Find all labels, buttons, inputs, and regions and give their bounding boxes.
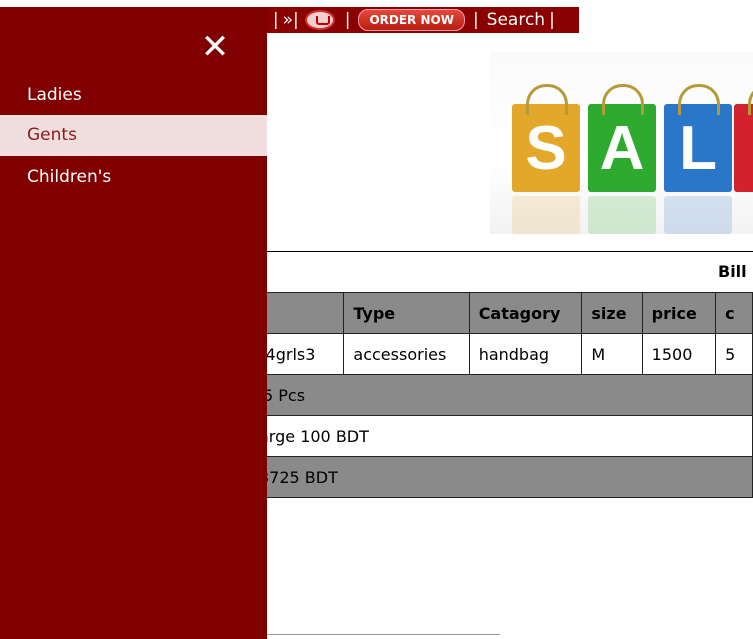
cell-quantity: 5 [715, 333, 753, 375]
drawer-item-gents[interactable]: Gents [0, 115, 267, 156]
col-category-header: Catagory [468, 292, 583, 334]
cell-type: accessories [343, 333, 470, 375]
sale-bag-green: A [588, 84, 656, 192]
close-icon[interactable]: ✕ [200, 30, 230, 64]
side-drawer-menu: ✕ Ladies Gents Children's [0, 7, 267, 639]
cell-category: handbag [468, 333, 583, 375]
nav-separator: | [344, 10, 351, 30]
next-page-link[interactable]: »| [283, 10, 299, 30]
nav-separator: | [472, 10, 479, 30]
quantity-row: 5 Pcs [200, 374, 753, 416]
nav-separator: | [549, 10, 555, 30]
total-row: 3725 BDT [200, 456, 753, 498]
quantity-value: 5 Pcs [200, 374, 753, 416]
order-now-button[interactable]: ORDER NOW [358, 9, 465, 31]
sale-bag-blue: L [664, 84, 732, 192]
sale-bag-red [734, 84, 753, 192]
col-size-header: size [581, 292, 643, 334]
drawer-item-childrens[interactable]: Children's [0, 157, 267, 198]
bottom-divider [267, 634, 500, 635]
sale-bag-yellow: S [512, 84, 580, 192]
col-price-header: price [641, 292, 717, 334]
bag-reflection [588, 196, 656, 234]
charge-value: arge 100 BDT [200, 415, 753, 457]
col-quantity-header: c [715, 292, 753, 334]
table-row: g4grls3 accessories handbag M 1500 5 [199, 333, 753, 375]
bill-table: t Type Catagory size price c g4grls3 acc… [199, 292, 753, 498]
bag-reflection [512, 196, 580, 234]
sale-banner-image: S A L [490, 52, 753, 234]
search-link[interactable]: Search [487, 10, 545, 30]
bill-top-divider [210, 251, 753, 252]
bag-reflection [664, 196, 732, 234]
col-type-header: Type [343, 292, 470, 334]
cell-size: M [581, 333, 643, 375]
drawer-item-ladies[interactable]: Ladies [0, 75, 267, 116]
bill-heading: Bill [718, 262, 747, 281]
nav-separator: | [272, 10, 279, 30]
bill-header-row: t Type Catagory size price c [199, 292, 753, 334]
cart-icon[interactable] [304, 10, 335, 30]
total-value: 3725 BDT [200, 456, 753, 498]
charge-row: arge 100 BDT [200, 415, 753, 457]
cell-price: 1500 [641, 333, 717, 375]
